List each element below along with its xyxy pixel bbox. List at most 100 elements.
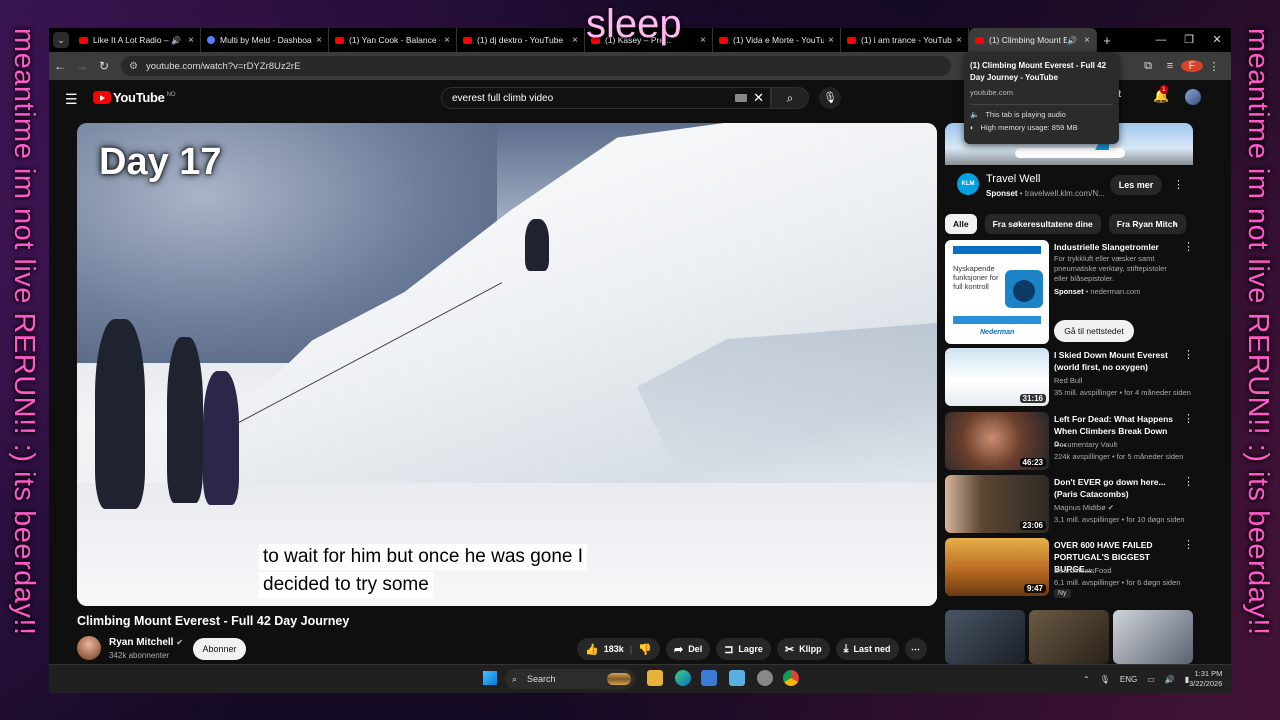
- download-button[interactable]: ⤓ Last ned: [835, 638, 899, 660]
- chevron-up-icon[interactable]: ⌃: [1083, 675, 1090, 684]
- youtube-favicon-icon: [975, 36, 984, 44]
- youtube-wordmark: YouTube: [113, 90, 165, 105]
- hover-card-title: (1) Climbing Mount Everest - Full 42 Day…: [970, 61, 1107, 82]
- clip-button[interactable]: ✂ Klipp: [776, 638, 830, 660]
- youtube-logo[interactable]: YouTube NO: [93, 90, 176, 105]
- video-player[interactable]: Day 17 to wait for him but once he was g…: [77, 123, 937, 606]
- browser-window: ⌄ Like It A Lot Radio – Y 🔊 × Multi by Mel…: [49, 28, 1231, 692]
- url-field[interactable]: ⚙ youtube.com/watch?v=rDYZr8Uz2rE: [121, 56, 951, 76]
- video-thumbnail: 46:23: [945, 412, 1049, 470]
- store-icon[interactable]: [701, 670, 717, 686]
- taskbar-clock[interactable]: 1:31 PM 3/22/2026: [1189, 669, 1222, 689]
- voice-search-icon[interactable]: 🎙: [819, 87, 841, 109]
- search-icon: ⌕: [786, 91, 794, 105]
- search-input[interactable]: everest full climb video ✕: [441, 87, 771, 109]
- video-thumbnail[interactable]: [1029, 610, 1109, 664]
- speaker-icon[interactable]: 🔊: [1067, 36, 1077, 45]
- forward-icon[interactable]: →: [71, 59, 93, 73]
- chip-from-search[interactable]: Fra søkeresultatene dine: [984, 214, 1101, 234]
- tab-1[interactable]: Multi by Meld - Dashboa ×: [201, 28, 329, 52]
- restore-icon[interactable]: ❐: [1175, 28, 1203, 52]
- tab-close-icon[interactable]: ×: [700, 35, 706, 46]
- recommendation-item[interactable]: 31:16 I Skied Down Mount Everest (world …: [945, 348, 1194, 408]
- ad-menu-icon[interactable]: ⋮: [1183, 240, 1194, 253]
- windows-start-icon[interactable]: [483, 671, 497, 685]
- ad-menu-icon[interactable]: ⋮: [1173, 178, 1184, 191]
- chip-all[interactable]: Alle: [945, 214, 977, 234]
- youtube-page: ☰ YouTube NO everest full climb video ✕ …: [49, 80, 1231, 692]
- channel-avatar[interactable]: [77, 636, 101, 660]
- search-query: everest full climb video: [452, 92, 554, 104]
- tab-5[interactable]: (1) Vida e Morte - YouTub ×: [713, 28, 841, 52]
- edge-icon[interactable]: [675, 670, 691, 686]
- app-icon[interactable]: [729, 670, 745, 686]
- video-menu-icon[interactable]: ⋮: [1183, 475, 1194, 488]
- back-icon[interactable]: ←: [49, 59, 71, 73]
- tab-0[interactable]: Like It A Lot Radio – Y 🔊 ×: [73, 28, 201, 52]
- minimize-icon[interactable]: —: [1147, 28, 1175, 52]
- microphone-icon[interactable]: 🎙: [1100, 675, 1110, 684]
- menu-dots-icon[interactable]: ⋮: [1203, 60, 1225, 73]
- chevron-right-icon[interactable]: ›: [1173, 216, 1177, 230]
- tab-7[interactable]: (1) Climbing Mount E 🔊 ×: [969, 28, 1097, 52]
- more-actions-button[interactable]: ⋯: [904, 638, 927, 660]
- profile-avatar[interactable]: F: [1181, 60, 1203, 72]
- keyboard-icon[interactable]: [735, 94, 748, 102]
- tab-close-icon[interactable]: ×: [1084, 35, 1090, 46]
- tab-close-icon[interactable]: ×: [188, 35, 194, 46]
- video-menu-icon[interactable]: ⋮: [1183, 348, 1194, 361]
- youtube-favicon-icon: [847, 36, 856, 44]
- extension-puzzle-icon[interactable]: ⧉: [1137, 60, 1159, 73]
- search-button[interactable]: ⌕: [771, 87, 809, 109]
- close-window-icon[interactable]: ✕: [1203, 28, 1231, 52]
- video-thumbnail[interactable]: [1113, 610, 1193, 664]
- language-indicator[interactable]: ENG: [1120, 675, 1137, 684]
- file-explorer-icon[interactable]: [647, 670, 663, 686]
- klm-logo: KLM: [957, 173, 979, 195]
- tab-2[interactable]: (1) Yan Cook - Balance - Y ×: [329, 28, 457, 52]
- reading-list-icon[interactable]: ≡: [1159, 60, 1181, 72]
- search-icon: ⌕: [512, 674, 518, 684]
- ad-card-top[interactable]: KLM Travel Well Sponset • travelwell.klm…: [945, 165, 1193, 207]
- tab-3[interactable]: (1) dj dextro - YouTube ×: [457, 28, 585, 52]
- app-icon[interactable]: [757, 670, 773, 686]
- recommendation-item[interactable]: 46:23 Left For Dead: What Happens When C…: [945, 412, 1194, 472]
- volume-icon[interactable]: 🔊: [1165, 675, 1175, 684]
- clear-search-icon[interactable]: ✕: [753, 90, 764, 106]
- share-button[interactable]: ➦ Del: [665, 638, 711, 660]
- ad-cta-button[interactable]: Les mer: [1110, 175, 1162, 195]
- ad-cta-button[interactable]: Gå til nettstedet: [1054, 320, 1134, 342]
- ad-card-second[interactable]: Nyskapende funksjoner for full kontroll …: [945, 240, 1194, 346]
- chrome-icon[interactable]: [783, 670, 799, 686]
- clock-time: 1:31 PM: [1194, 669, 1223, 678]
- url-text: youtube.com/watch?v=rDYZr8Uz2rE: [145, 60, 301, 72]
- tab-close-icon[interactable]: ×: [316, 35, 322, 46]
- tab-search-icon[interactable]: ⌄: [53, 32, 69, 48]
- recommendation-item[interactable]: 9:47 OVER 600 HAVE FAILED PORTUGAL'S BIG…: [945, 538, 1194, 604]
- video-thumbnail[interactable]: [945, 610, 1025, 664]
- like-button[interactable]: 👍 183k | 👎: [577, 638, 660, 660]
- channel-name[interactable]: Ryan Mitchell ✔: [109, 637, 183, 648]
- video-climber-2: [167, 337, 203, 503]
- tab-close-icon[interactable]: ×: [956, 35, 962, 46]
- save-button[interactable]: ⊐ Lagre: [716, 638, 771, 660]
- hamburger-menu-icon[interactable]: ☰: [65, 91, 78, 108]
- tab-close-icon[interactable]: ×: [572, 35, 578, 46]
- thumbs-down-icon[interactable]: 👎: [638, 643, 652, 656]
- recommendation-item[interactable]: 23:06 Don't EVER go down here... (Paris …: [945, 475, 1194, 535]
- tab-close-icon[interactable]: ×: [828, 35, 834, 46]
- tab-6[interactable]: (1) i am trance - YouTube ×: [841, 28, 969, 52]
- speaker-icon[interactable]: 🔊: [171, 36, 181, 45]
- reload-icon[interactable]: ↻: [93, 59, 115, 73]
- network-icon[interactable]: ▭: [1147, 675, 1155, 684]
- tab-title: (1) Yan Cook - Balance - Y: [349, 35, 441, 45]
- ad-description: For trykkluft eller væsker samt pneumati…: [1054, 254, 1167, 283]
- ad-title: Industrielle Slangetromler: [1054, 242, 1159, 252]
- new-tab-icon[interactable]: +: [1097, 33, 1117, 48]
- tab-close-icon[interactable]: ×: [444, 35, 450, 46]
- subscribe-button[interactable]: Abonner: [193, 638, 246, 660]
- site-info-icon[interactable]: ⚙: [129, 61, 138, 72]
- video-menu-icon[interactable]: ⋮: [1183, 538, 1194, 551]
- video-menu-icon[interactable]: ⋮: [1183, 412, 1194, 425]
- taskbar-search[interactable]: ⌕ Search: [505, 669, 635, 689]
